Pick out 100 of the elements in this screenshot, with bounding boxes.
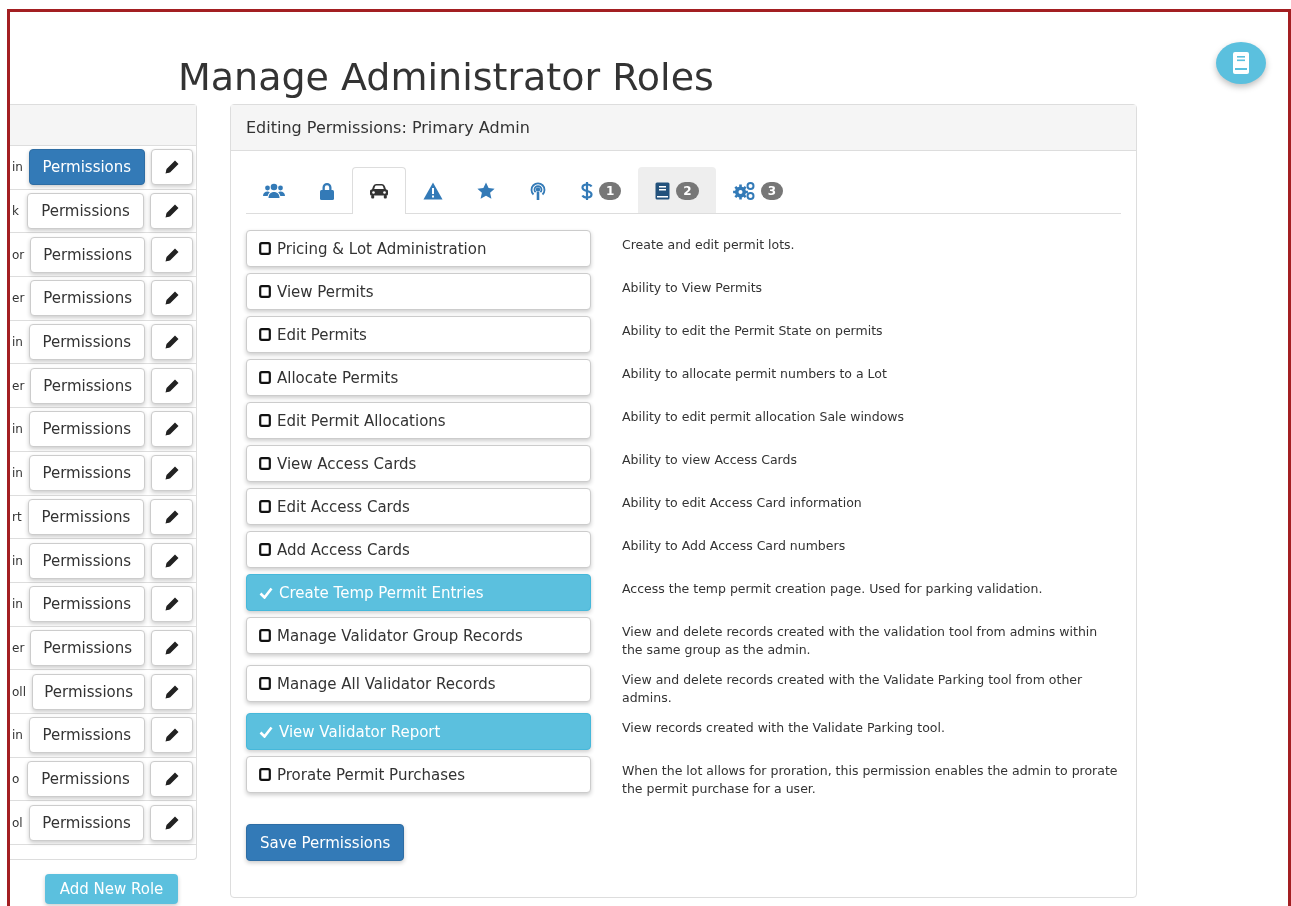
count-badge: 2 <box>676 181 699 200</box>
permissions-button[interactable]: Permissions <box>30 629 145 666</box>
permission-toggle[interactable]: Manage Validator Group Records <box>246 617 591 654</box>
permissions-button[interactable]: Permissions <box>27 498 145 535</box>
permissions-button[interactable]: Permissions <box>30 236 145 273</box>
pencil-icon <box>163 465 180 482</box>
broadcast-icon <box>529 180 547 201</box>
checkbox-icon <box>259 414 271 427</box>
permission-description: Ability to View Permits <box>622 279 764 297</box>
pencil-icon <box>163 814 180 831</box>
permission-toggle[interactable]: Allocate Permits <box>246 359 591 396</box>
edit-button[interactable] <box>150 498 193 535</box>
permission-toggle[interactable]: Manage All Validator Records <box>246 665 591 702</box>
tab[interactable] <box>352 167 406 214</box>
permissions-button[interactable]: Permissions <box>28 717 145 754</box>
edit-button[interactable] <box>150 542 193 579</box>
edit-button[interactable] <box>150 280 193 317</box>
edit-button[interactable] <box>150 760 193 797</box>
edit-button[interactable] <box>150 411 193 448</box>
count-badge: 3 <box>760 181 784 200</box>
pencil-icon <box>163 596 180 613</box>
permission-description: View and delete records created with the Validate Parking tool from other admins. <box>622 671 1084 707</box>
role-name: rt <box>11 509 22 524</box>
tab[interactable]: 2 <box>638 167 716 213</box>
role-name: er <box>11 291 25 306</box>
pencil-icon <box>163 770 180 787</box>
permission-toggle[interactable]: Edit Permits <box>246 316 591 353</box>
checkbox-icon <box>259 328 271 341</box>
permission-toggle[interactable]: Pricing & Lot Administration <box>246 230 591 267</box>
checkbox-icon <box>259 629 271 642</box>
permission-description: Ability to allocate permit numbers to a Lot <box>622 365 888 383</box>
edit-button[interactable] <box>150 236 193 273</box>
permission-toggle[interactable]: Prorate Permit Purchases <box>246 756 591 793</box>
star-icon <box>477 181 495 200</box>
permissions-button[interactable]: Permissions <box>28 411 145 448</box>
permissions-button[interactable]: Permissions <box>28 324 145 361</box>
permission-toggle[interactable]: Add Access Cards <box>246 531 591 568</box>
permission-description: Access the temp permit creation page. Used for parking validation. <box>622 580 1044 598</box>
role-name: oll <box>11 684 26 699</box>
pencil-icon <box>163 552 180 569</box>
permission-description: When the lot allows for proration, this permission enables the admin to prorate the permit purchase for a user. <box>622 762 1119 798</box>
users-icon <box>263 182 285 199</box>
permissions-button[interactable]: Permissions <box>28 804 145 841</box>
checkbox-icon <box>259 543 271 556</box>
role-name: ol <box>11 815 23 830</box>
role-name: o <box>11 771 20 786</box>
edit-button[interactable] <box>150 455 193 492</box>
permission-toggle[interactable]: Edit Access Cards <box>246 488 591 525</box>
check-icon <box>259 725 273 738</box>
checkbox-icon <box>259 677 271 690</box>
permissions-button[interactable]: Permissions <box>28 149 145 186</box>
role-name: er <box>11 640 25 655</box>
permission-description: Ability to edit the Permit State on permits <box>622 322 884 340</box>
pencil-icon <box>163 290 180 307</box>
permission-toggle[interactable]: Edit Permit Allocations <box>246 402 591 439</box>
edit-button[interactable] <box>150 367 193 404</box>
checkbox-icon <box>259 500 271 513</box>
edit-button[interactable] <box>150 717 193 754</box>
permissions-button[interactable]: Permissions <box>27 760 144 797</box>
pencil-icon <box>163 203 180 220</box>
pencil-icon <box>163 508 180 525</box>
edit-button[interactable] <box>151 673 193 710</box>
pencil-icon <box>163 334 180 351</box>
role-name: in <box>11 160 23 175</box>
permission-description: Ability to edit Access Card information <box>622 494 863 512</box>
count-badge: 1 <box>599 181 622 200</box>
edit-button[interactable] <box>150 629 193 666</box>
checkbox-icon <box>259 457 271 470</box>
role-name: k <box>11 204 19 219</box>
edit-button[interactable] <box>150 324 193 361</box>
role-name: in <box>11 335 23 350</box>
edit-button[interactable] <box>150 149 193 186</box>
edit-button[interactable] <box>150 193 193 230</box>
pencil-icon <box>163 246 180 263</box>
permission-toggle[interactable]: View Permits <box>246 273 591 310</box>
pencil-icon <box>163 421 180 438</box>
permissions-button[interactable]: Permissions <box>28 455 145 492</box>
tab[interactable]: 3 <box>715 167 801 213</box>
warning-icon <box>423 181 443 200</box>
check-icon <box>259 586 273 599</box>
pencil-icon <box>163 727 180 744</box>
permissions-button[interactable]: Permissions <box>30 280 145 317</box>
panel-title: Editing Permissions: Primary Admin <box>246 118 530 137</box>
permissions-button[interactable]: Permissions <box>28 586 145 623</box>
pencil-icon <box>163 639 180 656</box>
edit-button[interactable] <box>150 586 193 623</box>
permissions-button[interactable]: Permissions <box>30 367 145 404</box>
tab[interactable]: 1 <box>564 167 639 213</box>
edit-button[interactable] <box>150 804 193 841</box>
permissions-button[interactable]: Permissions <box>27 193 144 230</box>
role-name: in <box>11 553 23 568</box>
permission-description: View records created with the Validate Parking tool. <box>622 719 946 737</box>
permissions-button[interactable]: Permissions <box>32 673 146 710</box>
save-permissions-button[interactable]: Save Permissions <box>246 824 405 861</box>
checkbox-icon <box>259 371 271 384</box>
permissions-button[interactable]: Permissions <box>28 542 145 579</box>
role-name: in <box>11 422 23 437</box>
permission-description: Ability to edit permit allocation Sale windows <box>622 408 906 426</box>
permission-toggle[interactable]: View Access Cards <box>246 445 591 482</box>
page-title: Manage Administrator Roles <box>178 54 715 101</box>
